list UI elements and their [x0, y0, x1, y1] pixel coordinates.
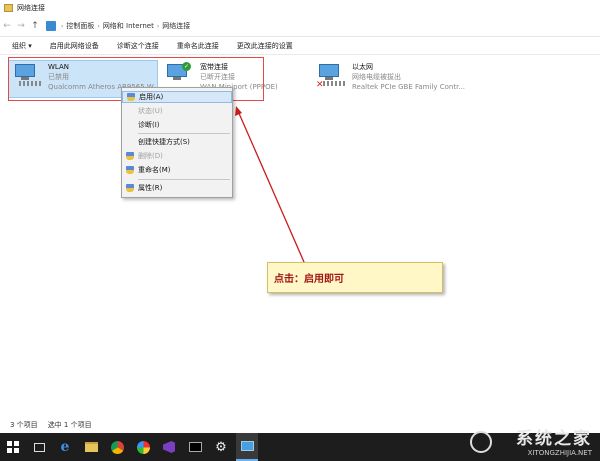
menu-item-label: 重命名(M) [138, 166, 171, 174]
control-panel-icon [46, 21, 56, 31]
cmd-taskbar-button[interactable] [184, 433, 206, 461]
ethernet-adapter-icon: ✕ [316, 62, 346, 90]
menu-item-label: 创建快捷方式(S) [138, 138, 190, 146]
menu-item-label: 删除(D) [138, 152, 163, 160]
visual-studio-icon [163, 441, 175, 453]
back-arrow-icon[interactable]: ← [0, 21, 14, 31]
context-menu: 启用(A) 状态(U) 诊断(I) 创建快捷方式(S) 删除(D) 重命名(M)… [121, 87, 233, 198]
task-view-icon [33, 442, 45, 452]
color-app-taskbar-button[interactable] [132, 433, 154, 461]
network-folder-icon [4, 3, 13, 12]
breadcrumb-separator-icon: › [61, 22, 64, 30]
windows-logo-icon [7, 441, 19, 453]
connections-view: WLAN 已禁用 Qualcomm Atheros AR9565 W... ✓ … [0, 55, 600, 415]
command-bar: 组织 ▾ 启用此网络设备 诊断这个连接 重命名此连接 更改此连接的设置 [0, 37, 600, 55]
edge-taskbar-button[interactable]: e [54, 433, 76, 461]
instruction-callout: 点击：启用即可 [267, 262, 443, 293]
up-arrow-icon[interactable]: ↑ [28, 21, 42, 31]
menu-item-status[interactable]: 状态(U) [122, 105, 232, 117]
status-bar: 3 个项目 选中 1 个项目 [0, 419, 600, 431]
forward-arrow-icon[interactable]: → [14, 21, 28, 31]
item-count: 3 个项目 [10, 421, 38, 429]
menu-item-label: 属性(R) [138, 184, 163, 192]
edge-icon: e [60, 439, 70, 455]
task-view-button[interactable] [28, 433, 50, 461]
shield-icon [126, 152, 134, 160]
menu-separator [138, 179, 230, 180]
visual-studio-taskbar-button[interactable] [158, 433, 180, 461]
command-prompt-icon [188, 442, 202, 452]
network-window-icon [240, 441, 254, 451]
selected-count: 选中 1 个项目 [47, 421, 92, 429]
explorer-taskbar-button[interactable] [80, 433, 102, 461]
callout-text: 点击：启用即可 [274, 274, 344, 285]
breadcrumb-network-connections[interactable]: 网络连接 [162, 21, 190, 31]
shield-icon [126, 184, 134, 192]
gear-icon: ⚙ [215, 439, 227, 455]
settings-taskbar-button[interactable]: ⚙ [210, 433, 232, 461]
menu-item-rename[interactable]: 重命名(M) [122, 164, 232, 176]
menu-separator [138, 133, 230, 134]
address-bar: ← → ↑ › 控制面板 › 网络和 Internet › 网络连接 [0, 16, 600, 37]
chrome-taskbar-button[interactable] [106, 433, 128, 461]
menu-item-label: 启用(A) [139, 93, 164, 101]
watermark: 系统之家 XITONGZHIJIA.NET [516, 424, 592, 457]
rename-connection-button[interactable]: 重命名此连接 [177, 41, 219, 51]
shield-icon [126, 166, 134, 174]
breadcrumb-network-internet[interactable]: 网络和 Internet [103, 21, 154, 31]
color-wheel-icon [136, 440, 150, 454]
diagnose-connection-button[interactable]: 诊断这个连接 [117, 41, 159, 51]
enable-device-button[interactable]: 启用此网络设备 [50, 41, 99, 51]
watermark-title: 系统之家 [516, 429, 592, 449]
watermark-url: XITONGZHIJIA.NET [527, 449, 592, 457]
breadcrumb-separator-icon: › [97, 22, 100, 30]
menu-item-properties[interactable]: 属性(R) [122, 182, 232, 194]
menu-item-label: 状态(U) [138, 107, 163, 115]
menu-item-create-shortcut[interactable]: 创建快捷方式(S) [122, 136, 232, 148]
taskbar: e ⚙ [0, 433, 600, 461]
watermark-logo-icon [470, 431, 492, 453]
breadcrumb: › 控制面板 › 网络和 Internet › 网络连接 [46, 21, 193, 31]
folder-icon [84, 442, 98, 452]
menu-item-diagnose[interactable]: 诊断(I) [122, 119, 232, 131]
change-settings-button[interactable]: 更改此连接的设置 [237, 41, 293, 51]
shield-icon [127, 93, 135, 101]
connection-name: 以太网 [352, 63, 373, 71]
menu-item-label: 诊断(I) [138, 121, 160, 129]
menu-item-enable[interactable]: 启用(A) [122, 91, 232, 103]
start-button[interactable] [2, 433, 24, 461]
title-bar: 网络连接 [0, 0, 600, 15]
connection-ethernet[interactable]: ✕ 以太网 网络电缆被拔出 Realtek PCIe GBE Family Co… [316, 62, 465, 92]
breadcrumb-separator-icon: › [156, 22, 160, 30]
connection-device: Realtek PCIe GBE Family Contr... [352, 83, 466, 91]
disconnected-x-icon: ✕ [316, 80, 324, 90]
window-title: 网络连接 [17, 3, 45, 12]
chrome-icon [110, 440, 124, 454]
breadcrumb-control-panel[interactable]: 控制面板 [66, 21, 94, 31]
connection-status: 网络电缆被拔出 [352, 73, 401, 81]
network-connections-taskbar-button[interactable] [236, 433, 258, 461]
menu-item-delete[interactable]: 删除(D) [122, 150, 232, 162]
organize-menu-button[interactable]: 组织 ▾ [12, 41, 32, 51]
